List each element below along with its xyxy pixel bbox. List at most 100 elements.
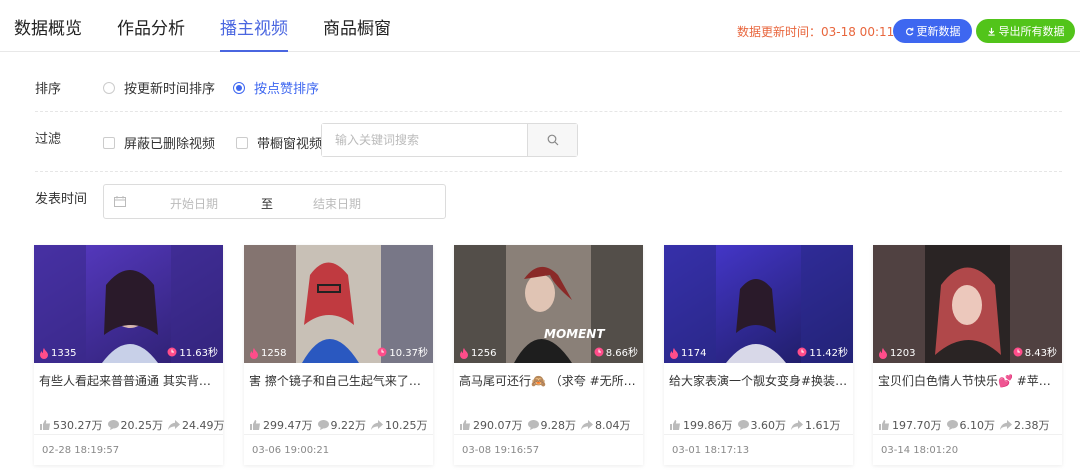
video-card[interactable]: 1335 11.63秒 有些人看起来普普通通 其实背… 530.27万 20.2… [34, 245, 225, 465]
sort-by-likes-option[interactable]: 按点赞排序 [233, 78, 319, 97]
plays-stat: 199.86万 [670, 417, 733, 433]
hide-deleted-option[interactable]: 屏蔽已删除视频 [103, 133, 215, 152]
duration-value: 11.63秒 [179, 348, 218, 359]
video-card[interactable]: MOMENT 1256 8.66秒 高马尾可还行🙈 （求夸 #无所… 290.0… [454, 245, 643, 465]
tab-product-window[interactable]: 商品橱窗 [323, 14, 391, 52]
comments-stat: 3.60万 [737, 417, 787, 433]
comment-icon [527, 420, 539, 430]
video-title[interactable]: 给大家表演一个靓女变身#换装 … [669, 372, 849, 389]
thumb-up-icon [40, 420, 50, 430]
publish-date: 03-14 18:01:20 [881, 445, 959, 456]
comment-icon [946, 420, 958, 430]
shares-stat: 8.04万 [581, 417, 631, 433]
video-stats: 199.86万 3.60万 1.61万 [670, 417, 841, 433]
search-input[interactable] [322, 124, 527, 156]
sort-by-update-radio[interactable] [103, 81, 115, 94]
video-title[interactable]: 有些人看起来普普通通 其实背… [39, 372, 219, 389]
shares-stat: 1.61万 [791, 417, 841, 433]
likes-value: 1256 [471, 348, 497, 359]
likes-count: 1335 [39, 348, 76, 359]
with-window-label: 带橱窗视频 [257, 137, 323, 152]
comments-stat: 20.25万 [107, 417, 163, 433]
likes-value: 1258 [261, 348, 287, 359]
plays-value: 290.07万 [473, 419, 523, 432]
tab-creator-videos[interactable]: 播主视频 [220, 14, 288, 52]
tab-works-analysis[interactable]: 作品分析 [117, 14, 185, 52]
card-divider [873, 434, 1062, 435]
comments-value: 9.28万 [540, 419, 577, 432]
duration-value: 10.37秒 [389, 348, 428, 359]
update-time-text: 数据更新时间：03-18 00:11 [737, 25, 895, 39]
sort-by-update-option[interactable]: 按更新时间排序 [103, 78, 215, 97]
clock-icon [377, 347, 387, 356]
date-range-picker[interactable]: 开始日期 至 结束日期 [103, 184, 446, 219]
sort-by-likes-radio[interactable] [233, 81, 245, 94]
refresh-icon [905, 27, 913, 35]
video-title[interactable]: 害 擦个镜子和自己生起气来了#… [249, 372, 429, 389]
share-icon [581, 420, 593, 430]
comments-value: 6.10万 [959, 419, 996, 432]
comments-value: 9.22万 [330, 419, 367, 432]
likes-count: 1258 [249, 348, 286, 359]
top-bar: 数据概览 作品分析 播主视频 商品橱窗 数据更新时间：03-18 00:11 更… [0, 0, 1080, 52]
shares-stat: 24.49万 [168, 417, 225, 433]
shares-value: 2.38万 [1014, 419, 1050, 432]
tab-overview[interactable]: 数据概览 [14, 14, 82, 52]
video-title[interactable]: 高马尾可还行🙈 （求夸 #无所… [459, 372, 639, 389]
end-date-input[interactable]: 结束日期 [313, 195, 361, 212]
with-window-checkbox[interactable] [236, 136, 248, 149]
hide-deleted-checkbox[interactable] [103, 136, 115, 149]
duration: 11.42秒 [797, 344, 848, 359]
comments-stat: 9.22万 [317, 417, 367, 433]
likes-count: 1174 [669, 348, 706, 359]
sort-by-update-label: 按更新时间排序 [124, 82, 216, 97]
video-card[interactable]: 1174 11.42秒 给大家表演一个靓女变身#换装 … 199.86万 3.6… [664, 245, 853, 465]
publish-date: 02-28 18:19:57 [42, 445, 120, 456]
comment-icon [737, 420, 749, 430]
export-all-label: 导出所有数据 [998, 25, 1065, 38]
refresh-data-label: 更新数据 [916, 25, 961, 38]
video-thumbnail[interactable]: 1174 11.42秒 [664, 245, 853, 363]
comments-value: 3.60万 [750, 419, 787, 432]
plays-value: 530.27万 [53, 419, 103, 432]
search-button[interactable] [527, 124, 577, 156]
share-icon [791, 420, 803, 430]
clock-icon [167, 347, 177, 356]
video-card[interactable]: 1258 10.37秒 害 擦个镜子和自己生起气来了#… 299.47万 9.2… [244, 245, 433, 465]
with-window-option[interactable]: 带橱窗视频 [236, 133, 322, 152]
flame-icon [879, 348, 887, 359]
thumbnail-overlay-text: MOMENT [544, 327, 605, 341]
video-stats: 530.27万 20.25万 24.49万 [40, 417, 225, 433]
video-thumbnail[interactable]: MOMENT 1256 8.66秒 [454, 245, 643, 363]
nav-tabs: 数据概览 作品分析 播主视频 商品橱窗 [14, 14, 426, 52]
publish-time-label: 发表时间 [35, 192, 88, 207]
duration: 8.66秒 [594, 344, 638, 359]
export-all-button[interactable]: 导出所有数据 [976, 19, 1075, 43]
video-thumbnail[interactable]: 1335 11.63秒 [34, 245, 223, 363]
video-title[interactable]: 宝贝们白色情人节快乐💕 #苹… [878, 372, 1058, 389]
thumb-up-icon [670, 420, 680, 430]
video-thumbnail[interactable]: 1203 8.43秒 [873, 245, 1062, 363]
refresh-data-button[interactable]: 更新数据 [893, 19, 972, 43]
comments-stat: 6.10万 [946, 417, 996, 433]
flame-icon [670, 348, 678, 359]
divider [35, 171, 1062, 172]
video-card[interactable]: 1203 8.43秒 宝贝们白色情人节快乐💕 #苹… 197.70万 6.10万… [873, 245, 1062, 465]
shares-stat: 2.38万 [1000, 417, 1050, 433]
video-stats: 290.07万 9.28万 8.04万 [460, 417, 631, 433]
likes-value: 1203 [890, 348, 916, 359]
card-divider [664, 434, 853, 435]
card-divider [244, 434, 433, 435]
share-icon [1000, 420, 1012, 430]
shares-value: 8.04万 [595, 419, 631, 432]
duration-value: 11.42秒 [809, 348, 848, 359]
sort-label: 排序 [35, 82, 62, 97]
start-date-input[interactable]: 开始日期 [170, 195, 218, 212]
publish-date: 03-06 19:00:21 [252, 445, 330, 456]
search-box [321, 123, 578, 157]
flame-icon [250, 348, 258, 359]
duration-value: 8.43秒 [1024, 348, 1057, 359]
duration: 8.43秒 [1013, 344, 1057, 359]
date-range-separator: 至 [261, 197, 274, 211]
video-thumbnail[interactable]: 1258 10.37秒 [244, 245, 433, 363]
